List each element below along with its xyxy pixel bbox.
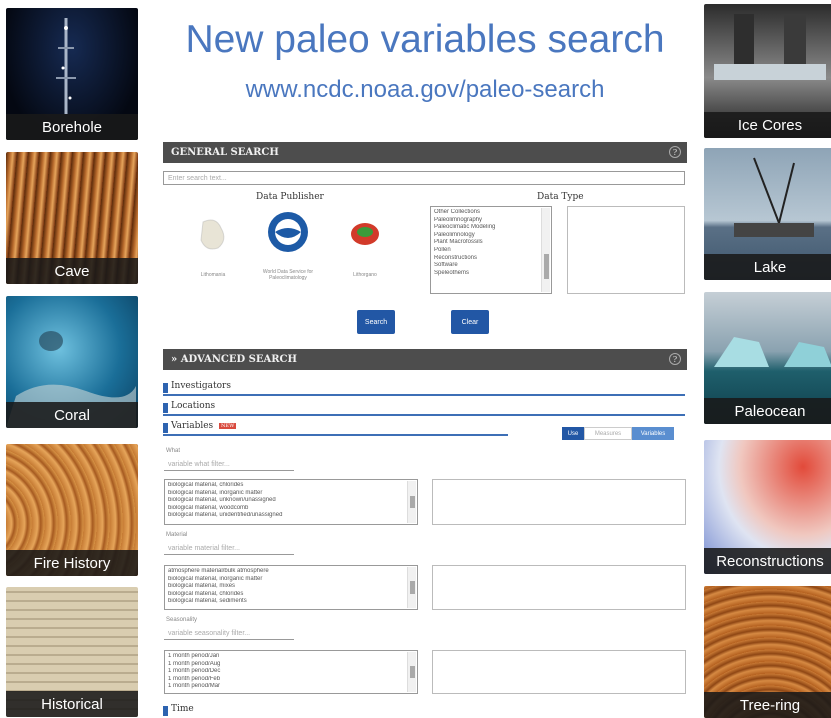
list-item[interactable]: Other Collections [434,209,539,217]
toggle-variables[interactable]: Variables [632,427,674,440]
tile-label: Coral [6,402,138,428]
noaa-logo-icon [268,212,308,252]
general-search-header[interactable]: GENERAL SEARCH ? [163,142,687,163]
list-item[interactable]: biological material, unidentified/unassi… [168,512,405,520]
clear-button[interactable]: Clear [451,310,489,334]
help-icon[interactable]: ? [669,353,681,365]
tile-label: Ice Cores [704,112,831,138]
data-type-label: Data Type [537,192,584,202]
list-item[interactable]: 1 month period/Aug [168,661,405,669]
toggle-use[interactable]: Use [562,427,584,440]
list-item[interactable]: Paleolimnology [434,232,539,240]
material-list[interactable]: atmosphere material/bulk atmosphere biol… [164,565,418,610]
page-url: www.ncdc.noaa.gov/paleo-search [245,76,605,103]
advanced-search-title: » ADVANCED SEARCH [171,354,297,365]
section-label: Time [171,704,194,714]
data-publisher-label: Data Publisher [256,192,324,202]
seasonality-list[interactable]: 1 month period/Jan 1 month period/Aug 1 … [164,650,418,694]
tile-borehole[interactable]: Borehole [6,8,138,140]
tile-historical[interactable]: Historical [6,587,138,717]
data-type-list[interactable]: Other Collections Paleolimnography Paleo… [430,206,552,294]
list-item[interactable]: biological material, chlorides [168,591,405,599]
what-label: What [166,448,181,454]
lithomania-logo-icon [200,219,225,250]
list-item[interactable]: Speleothems [434,270,539,278]
list-item[interactable]: 1 month period/Dec [168,668,405,676]
publisher-lithorgano[interactable]: Lithorgano [340,214,390,278]
list-item[interactable]: biological material, chlorides [168,482,405,490]
search-button[interactable]: Search [357,310,395,334]
list-item[interactable]: Paleolimnography [434,217,539,225]
material-selected-box[interactable] [432,565,686,610]
seasonality-filter-input[interactable]: variable seasonality filter... [164,627,294,640]
publisher-name: Lithorgano [353,272,377,278]
list-item[interactable]: Software [434,262,539,270]
publisher-lithomania[interactable]: Lithomania [188,214,238,278]
list-item[interactable]: biological material, sediments [168,598,405,606]
scrollbar[interactable] [541,208,550,292]
list-item[interactable]: Reconstructions [434,255,539,263]
scrollbar[interactable] [407,481,416,523]
seasonality-label: Seasonality [166,617,198,623]
what-filter-input[interactable]: variable what filter... [164,458,294,471]
help-icon[interactable]: ? [669,146,681,158]
list-item[interactable]: biological material, woodcomb [168,505,405,513]
list-item[interactable]: biological material, inorganic matter [168,490,405,498]
list-item[interactable]: 1 month period/Mar [168,683,405,691]
seasonality-selected-box[interactable] [432,650,686,694]
tile-paleocean[interactable]: Paleocean [704,292,831,424]
list-item[interactable]: biological material, inorganic matter [168,576,405,584]
page: Borehole Cave Coral Fire History Histori… [0,0,831,718]
tile-label: Historical [6,691,138,717]
material-label: Material [166,532,188,538]
lithorgano-logo-icon [351,223,379,245]
tile-reconstructions[interactable]: Reconstructions [704,440,831,574]
section-investigators[interactable]: Investigators [163,381,685,396]
tile-ice-cores[interactable]: Ice Cores [704,4,831,138]
tile-label: Lake [704,254,831,280]
general-search-title: GENERAL SEARCH [171,147,279,158]
section-locations[interactable]: Locations [163,401,685,416]
tile-label: Fire History [6,550,138,576]
section-variables[interactable]: Variables NEW [163,421,508,436]
list-item[interactable]: Pollen [434,247,539,255]
data-type-selected-box[interactable] [567,206,685,294]
tile-cave[interactable]: Cave [6,152,138,284]
scrollbar[interactable] [407,567,416,608]
publisher-name: World Data Service for Paleoclimatology [262,269,314,281]
new-badge: NEW [219,422,237,429]
list-item[interactable]: atmosphere material/bulk atmosphere [168,568,405,576]
section-label: Variables [171,421,214,431]
tile-tree-ring[interactable]: Tree-ring [704,586,831,718]
tile-label: Paleocean [704,398,831,424]
material-filter-input[interactable]: variable material filter... [164,542,294,555]
tile-label: Tree-ring [704,692,831,718]
list-item[interactable]: biological material, unknown/unassigned [168,497,405,505]
list-item[interactable]: Paleoclimatic Modeling [434,224,539,232]
toggle-measures[interactable]: Measures [584,427,632,440]
scrollbar[interactable] [407,652,416,692]
publisher-wds-paleo[interactable]: World Data Service for Paleoclimatology [258,210,318,282]
section-label: Locations [171,401,216,411]
list-item[interactable]: biological material, mixes [168,583,405,591]
page-title: New paleo variables search [185,18,665,61]
section-time[interactable]: Time [163,704,685,718]
advanced-search-header[interactable]: » ADVANCED SEARCH ? [163,349,687,370]
tile-coral[interactable]: Coral [6,296,138,428]
publisher-name: Lithomania [200,272,226,278]
tile-label: Borehole [6,114,138,140]
tile-label: Reconstructions [704,548,831,574]
list-item[interactable]: Plant Macrofossils [434,239,539,247]
list-item[interactable]: 1 month period/Jan [168,653,405,661]
tile-label: Cave [6,258,138,284]
search-input[interactable]: Enter search text... [163,171,685,185]
tile-fire-history[interactable]: Fire History [6,444,138,576]
section-label: Investigators [171,381,231,391]
list-item[interactable]: 1 month period/Feb [168,676,405,684]
what-selected-box[interactable] [432,479,686,525]
what-list[interactable]: biological material, chlorides biologica… [164,479,418,525]
tile-lake[interactable]: Lake [704,148,831,280]
